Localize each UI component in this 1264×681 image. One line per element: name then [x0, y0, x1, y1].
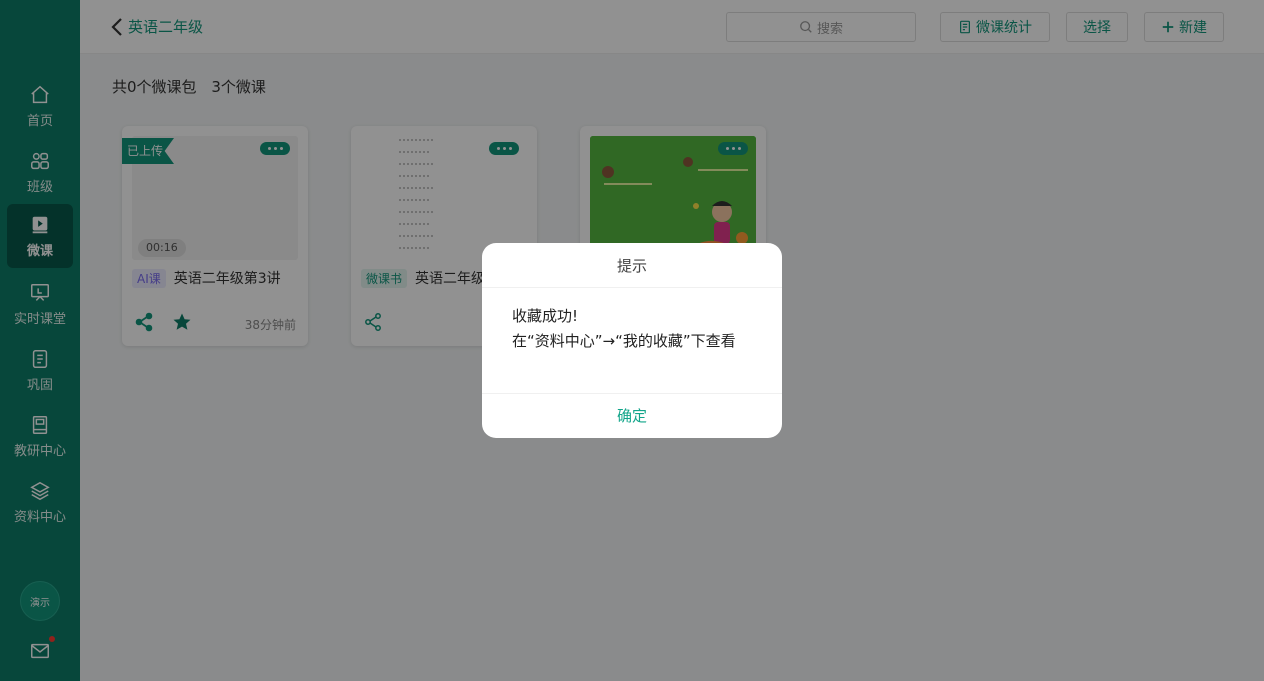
confirm-button[interactable]: 确定 — [482, 394, 782, 438]
dialog-line-success: 收藏成功! — [512, 307, 579, 325]
dialog-message: 收藏成功! 在“资料中心”→“我的收藏”下查看 — [482, 288, 782, 394]
alert-dialog: 提示 收藏成功! 在“资料中心”→“我的收藏”下查看 确定 — [482, 243, 782, 438]
dialog-line-instruction: 在“资料中心”→“我的收藏”下查看 — [512, 332, 736, 350]
dialog-title: 提示 — [482, 243, 782, 288]
